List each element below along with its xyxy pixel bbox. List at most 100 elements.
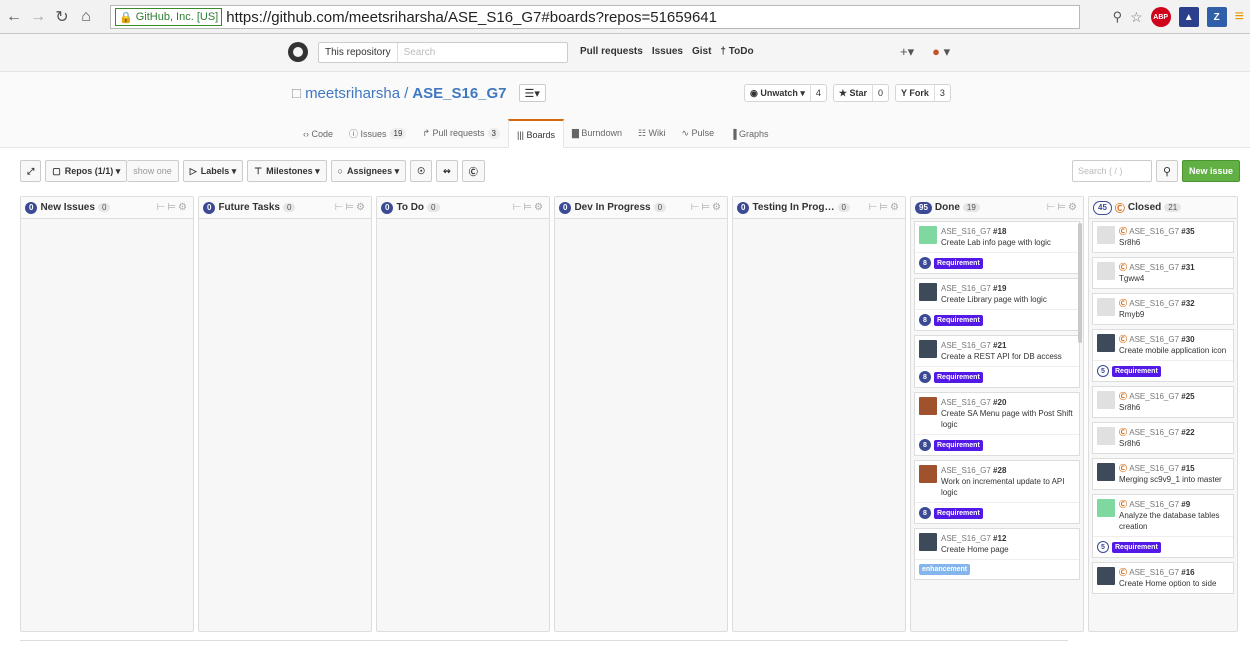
zotero-icon[interactable]: Z (1206, 7, 1227, 27)
tab-graphs[interactable]: ▐ Graphs (722, 119, 776, 148)
nav-gist[interactable]: Gist (692, 46, 711, 57)
avatar[interactable] (919, 226, 937, 244)
issue-ref[interactable]: ASE_S16_G7 #12 (941, 533, 1009, 544)
label-badge[interactable]: enhancement (919, 564, 971, 575)
issue-title[interactable]: Sr8h6 (1119, 237, 1195, 248)
column-header[interactable]: 95 Done 19 ⊢⊨⚙ (911, 197, 1083, 219)
issue-ref[interactable]: Ⓒ ASE_S16_G7 #32 (1119, 298, 1195, 309)
label-badge[interactable]: Requirement (934, 507, 983, 519)
nav-issues[interactable]: Issues (652, 46, 683, 57)
issue-card[interactable]: Ⓒ ASE_S16_G7 #16 Create Home option to si… (1092, 562, 1234, 594)
column-header[interactable]: 0 Testing In Prog… 0 ⊢⊨⚙ (733, 197, 905, 219)
issue-card[interactable]: ASE_S16_G7 #28 Work on incremental update… (914, 460, 1080, 524)
repo-name-link[interactable]: ASE_S16_G7 (412, 85, 506, 102)
issue-ref[interactable]: ASE_S16_G7 #19 (941, 283, 1047, 294)
tab-pulse[interactable]: ∿ Pulse (674, 119, 723, 148)
issue-title[interactable]: Merging sc9v9_1 into master (1119, 474, 1222, 485)
create-new-button[interactable]: +▾ (900, 44, 914, 60)
issue-card[interactable]: ASE_S16_G7 #12 Create Home page enhancemen… (914, 528, 1080, 580)
issue-title[interactable]: Create a REST API for DB access (941, 351, 1062, 362)
filter-pulls-button[interactable]: ↭ (436, 160, 458, 182)
assignees-dropdown[interactable]: ○ Assignees ▾ (330, 160, 407, 182)
label-badge[interactable]: Requirement (934, 314, 983, 326)
filter-closed-button[interactable]: Ⓒ (461, 160, 485, 182)
horizontal-scrollbar[interactable] (20, 640, 1068, 641)
board-search-input[interactable]: Search ( / ) (1071, 160, 1152, 182)
avatar[interactable] (1097, 463, 1115, 481)
issue-title[interactable]: Tgww4 (1119, 273, 1195, 284)
column-header[interactable]: 0 To Do 0 ⊢⊨⚙ (377, 197, 549, 219)
labels-dropdown[interactable]: ▷ Labels ▾ (182, 160, 244, 182)
avatar[interactable] (919, 283, 937, 301)
avatar[interactable] (919, 340, 937, 358)
fork-button[interactable]: Y Fork 3 (894, 84, 951, 102)
avatar[interactable] (919, 465, 937, 483)
forward-icon[interactable]: → (28, 8, 48, 26)
issue-ref[interactable]: Ⓒ ASE_S16_G7 #16 (1119, 567, 1216, 578)
repos-dropdown[interactable]: ▢ Repos (1/1) ▾ (45, 160, 128, 182)
issue-ref[interactable]: ASE_S16_G7 #18 (941, 226, 1051, 237)
issue-title[interactable]: Rmyb9 (1119, 309, 1195, 320)
tab-burndown[interactable]: ▇ Burndown (564, 119, 630, 148)
bookmark-star-icon[interactable]: ☆ (1130, 9, 1143, 26)
avatar[interactable] (1097, 226, 1115, 244)
nav-pull-requests[interactable]: Pull requests (580, 46, 643, 57)
column-tools-icon[interactable]: ⊢⊨⚙ (691, 202, 723, 213)
issue-ref[interactable]: Ⓒ ASE_S16_G7 #9 (1119, 499, 1229, 510)
label-badge[interactable]: Requirement (934, 257, 983, 269)
issue-ref[interactable]: Ⓒ ASE_S16_G7 #31 (1119, 262, 1195, 273)
issue-card[interactable]: ASE_S16_G7 #21 Create a REST API for DB a… (914, 335, 1080, 388)
watch-count[interactable]: 4 (809, 85, 826, 101)
reload-icon[interactable]: ↻ (52, 7, 72, 27)
zoom-icon[interactable]: ⚲ (1113, 9, 1123, 25)
fork-count[interactable]: 3 (933, 85, 950, 101)
column-header[interactable]: 0 Future Tasks 0 ⊢⊨⚙ (199, 197, 371, 219)
scrollbar[interactable] (1078, 223, 1082, 343)
issue-ref[interactable]: Ⓒ ASE_S16_G7 #30 (1119, 334, 1226, 345)
issue-ref[interactable]: Ⓒ ASE_S16_G7 #25 (1119, 391, 1195, 402)
show-one-button[interactable]: show one (127, 160, 179, 182)
repo-menu-button[interactable]: ☰▾ (518, 84, 546, 102)
new-issue-button[interactable]: New issue (1181, 160, 1240, 182)
issue-title[interactable]: Sr8h6 (1119, 402, 1195, 413)
issue-title[interactable]: Create Home page (941, 544, 1009, 555)
column-tools-icon[interactable]: ⊢⊨⚙ (1047, 202, 1079, 213)
column-header[interactable]: 0 New Issues 0 ⊢⊨⚙ (21, 197, 193, 219)
issue-title[interactable]: Sr8h6 (1119, 438, 1195, 449)
chrome-menu-icon[interactable]: ≡ (1235, 8, 1244, 26)
avatar[interactable] (1097, 298, 1115, 316)
issue-ref[interactable]: ASE_S16_G7 #28 (941, 465, 1075, 476)
search-icon[interactable]: ⚲ (1155, 160, 1178, 182)
issue-card[interactable]: Ⓒ ASE_S16_G7 #25 Sr8h6 (1092, 386, 1234, 418)
issue-ref[interactable]: Ⓒ ASE_S16_G7 #15 (1119, 463, 1222, 474)
repo-owner-link[interactable]: meetsriharsha (305, 85, 400, 102)
tab-wiki[interactable]: ☷ Wiki (630, 119, 674, 148)
filter-issues-button[interactable]: ☉ (410, 160, 433, 182)
label-badge[interactable]: Requirement (934, 439, 983, 451)
issue-title[interactable]: Create Library page with logic (941, 294, 1047, 305)
avatar[interactable] (1097, 567, 1115, 585)
search-input[interactable]: Search (398, 47, 436, 58)
issue-title[interactable]: Create Lab info page with logic (941, 237, 1051, 248)
issue-title[interactable]: Create Home option to side (1119, 578, 1216, 589)
tab-pull-requests[interactable]: ↱ Pull requests 3 (414, 119, 508, 148)
label-badge[interactable]: Requirement (1112, 541, 1161, 553)
adblock-icon[interactable]: ABP (1150, 7, 1171, 27)
issue-ref[interactable]: Ⓒ ASE_S16_G7 #35 (1119, 226, 1195, 237)
home-icon[interactable]: ⌂ (76, 8, 96, 26)
column-header[interactable]: 0 Dev In Progress 0 ⊢⊨⚙ (555, 197, 727, 219)
issue-card[interactable]: Ⓒ ASE_S16_G7 #30 Create mobile applicatio… (1092, 329, 1234, 382)
issue-card[interactable]: ASE_S16_G7 #19 Create Library page with l… (914, 278, 1080, 331)
nav-todo[interactable]: † ToDo (720, 46, 753, 57)
avatar[interactable] (919, 397, 937, 415)
label-badge[interactable]: Requirement (934, 371, 983, 383)
issue-ref[interactable]: Ⓒ ASE_S16_G7 #22 (1119, 427, 1195, 438)
tab-boards[interactable]: ||| Boards (507, 119, 564, 148)
tab-issues[interactable]: ⓘ Issues 19 (341, 119, 414, 148)
issue-title[interactable]: Create SA Menu page with Post Shift logi… (941, 408, 1075, 430)
issue-card[interactable]: ASE_S16_G7 #18 Create Lab info page with … (914, 221, 1080, 274)
column-tools-icon[interactable]: ⊢⊨⚙ (157, 202, 189, 213)
issue-ref[interactable]: ASE_S16_G7 #20 (941, 397, 1075, 408)
github-logo-icon[interactable] (288, 42, 308, 62)
milestones-dropdown[interactable]: ⊤ Milestones ▾ (247, 160, 327, 182)
